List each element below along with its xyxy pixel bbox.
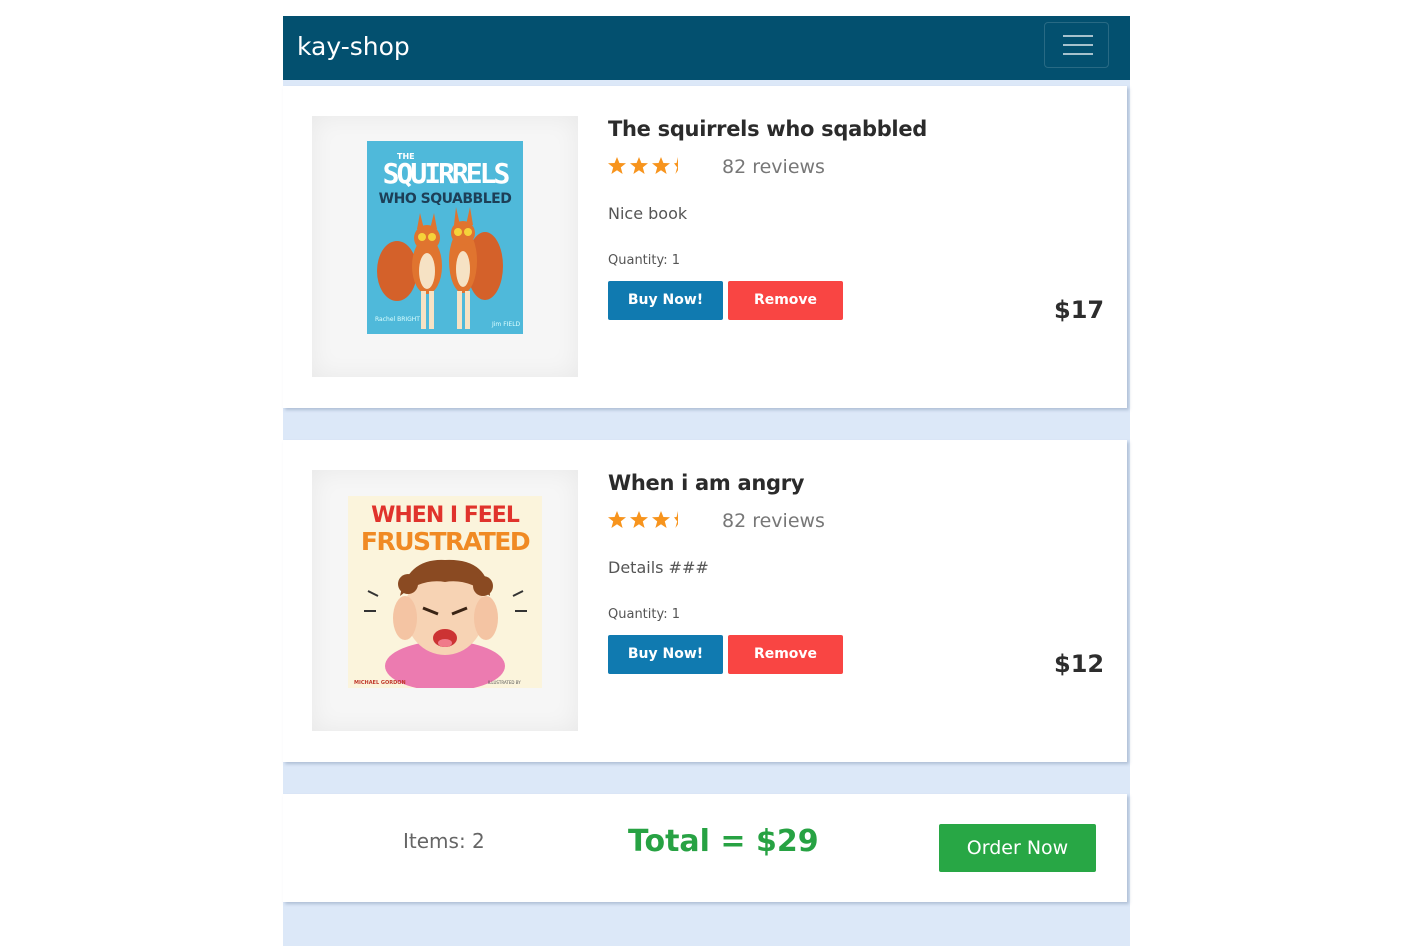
book-cover-image[interactable]: WHEN I FEEL FRUSTRATED MICHAEL GORDON IL… (348, 496, 542, 688)
remove-button[interactable]: Remove (728, 635, 843, 674)
product-image-frame: THE SQUIRRELS WHO SQUABBLED Rachel BRIGH… (312, 116, 578, 377)
cover-author: MICHAEL GORDON (354, 680, 406, 686)
product-price: $17 (1054, 296, 1105, 324)
cover-title-main: SQUIRRELS (383, 157, 510, 190)
cover-title-sub: WHO SQUABBLED (379, 191, 512, 207)
product-card: WHEN I FEEL FRUSTRATED MICHAEL GORDON IL… (283, 440, 1127, 762)
product-quantity: Quantity: 1 (608, 607, 681, 622)
items-count: Items: 2 (403, 829, 485, 853)
book-cover-image[interactable]: THE SQUIRRELS WHO SQUABBLED Rachel BRIGH… (367, 141, 523, 334)
cover-author-right: Jim FIELD (491, 321, 521, 328)
product-card: THE SQUIRRELS WHO SQUABBLED Rachel BRIGH… (283, 86, 1127, 408)
order-now-button[interactable]: Order Now (939, 824, 1096, 872)
product-image-frame: WHEN I FEEL FRUSTRATED MICHAEL GORDON IL… (312, 470, 578, 731)
cart-total: Total = $29 (628, 824, 819, 859)
review-count[interactable]: 82 reviews (722, 156, 825, 178)
product-title[interactable]: The squirrels who sqabbled (608, 117, 927, 141)
rating-stars-icon (608, 511, 678, 528)
hamburger-menu-icon[interactable] (1044, 22, 1109, 68)
product-description: Details ### (608, 558, 709, 577)
product-description: Nice book (608, 204, 688, 223)
remove-button[interactable]: Remove (728, 281, 843, 320)
buy-now-button[interactable]: Buy Now! (608, 281, 723, 320)
rating-stars-icon (608, 157, 678, 174)
cover-title-line2: FRUSTRATED (361, 527, 530, 556)
review-count[interactable]: 82 reviews (722, 510, 825, 532)
brand-logo[interactable]: kay-shop (297, 32, 410, 61)
product-quantity: Quantity: 1 (608, 253, 681, 268)
product-price: $12 (1054, 650, 1105, 678)
product-title[interactable]: When i am angry (608, 471, 805, 495)
cover-illustrator: ILLUSTRATED BY (488, 680, 521, 685)
cover-title-line1: WHEN I FEEL (371, 503, 520, 528)
buy-now-button[interactable]: Buy Now! (608, 635, 723, 674)
cart-summary: Items: 2 Total = $29 Order Now (283, 794, 1127, 902)
cover-author-left: Rachel BRIGHT (375, 316, 420, 323)
app-container: kay-shop THE SQUIRRELS WHO SQUABBLED Rac… (283, 16, 1130, 946)
navbar: kay-shop (283, 16, 1130, 80)
